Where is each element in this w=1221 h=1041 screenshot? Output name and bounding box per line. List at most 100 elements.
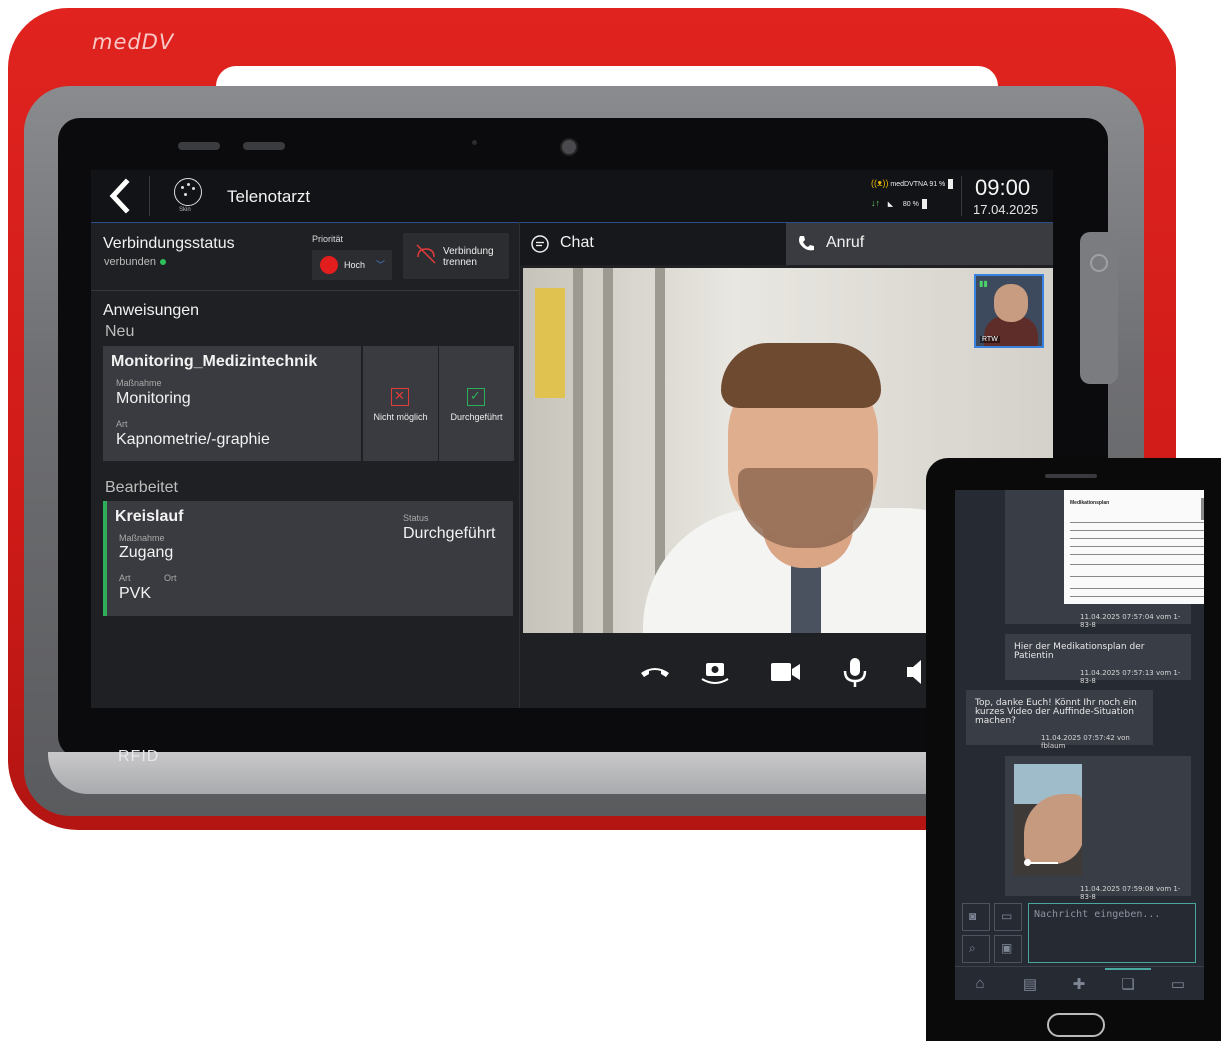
connection-status-value: verbunden: [104, 256, 166, 268]
clipboard-icon[interactable]: ▤: [1019, 975, 1041, 995]
type-label: Art: [116, 419, 128, 429]
tablet-screen: Skin Telenotarzt ((ᴥ)) medDVTNA 91 % ↓↑ …: [91, 170, 1053, 708]
active-tab-indicator: [1105, 968, 1151, 970]
chat-icon[interactable]: ❏: [1117, 975, 1139, 995]
not-possible-button[interactable]: ✕ Nicht möglich: [363, 346, 438, 461]
chat-message[interactable]: Hier der Medikationsplan der Patientin 11…: [1005, 634, 1191, 685]
power-button[interactable]: [1080, 232, 1118, 384]
message-text: Hier der Medikationsplan der Patientin: [1014, 642, 1145, 661]
phone-home-button[interactable]: [1047, 1013, 1105, 1037]
close-icon: ✕: [391, 388, 409, 406]
battery-icon: [948, 179, 954, 190]
no-signal-icon: ◣: [887, 201, 894, 208]
disconnect-button[interactable]: Verbindung trennen: [403, 233, 509, 279]
clock-time: 09:00: [975, 175, 1031, 200]
type-value: PVK: [119, 585, 152, 602]
divider: [519, 222, 520, 708]
clock-date: 17.04.2025: [973, 202, 1039, 217]
instructions-title: Anweisungen: [103, 302, 200, 319]
measure-value: Monitoring: [116, 390, 191, 407]
antenna-icon: ((ᴥ)): [871, 178, 889, 188]
video-camera-icon[interactable]: [768, 655, 802, 689]
message-icon: ▭: [1001, 909, 1013, 923]
brand-logo: medDV: [92, 30, 175, 54]
speaker-grille: [178, 142, 220, 150]
sensor: [472, 140, 477, 145]
measure-label: Maßnahme: [119, 533, 165, 543]
medical-icon[interactable]: ✚: [1068, 975, 1090, 995]
palette-icon[interactable]: [174, 178, 202, 206]
medication-plan-image[interactable]: Medikationsplan: [1064, 490, 1204, 604]
video-icon[interactable]: ▭: [1167, 975, 1189, 995]
divider: [961, 176, 962, 216]
tab-call[interactable]: Anruf: [786, 223, 1053, 265]
message-input[interactable]: Nachricht eingeben...: [1028, 903, 1196, 963]
camera-button[interactable]: ◙: [962, 903, 990, 931]
instruction-card-new[interactable]: Monitoring_Medizintechnik Maßnahme Monit…: [103, 346, 361, 461]
doc-line: [1070, 564, 1204, 565]
priority-dot: [320, 256, 338, 274]
done-label: Durchgeführt: [450, 412, 503, 422]
location-label: Ort: [164, 573, 177, 583]
back-button[interactable]: [101, 176, 141, 216]
skin-label: Skin: [179, 207, 191, 213]
instruction-title: Monitoring_Medizintechnik: [111, 353, 318, 370]
speaker-grille: [243, 142, 285, 150]
phone-screen: Medikationsplan 11.04.2025 07:57:04 vom …: [955, 490, 1204, 1000]
self-view[interactable]: ▮▮ RTW: [974, 274, 1044, 348]
phone-speaker: [1045, 474, 1097, 478]
network-name: medDVTNA: [890, 181, 928, 188]
camera-icon: ◙: [969, 909, 977, 923]
message-text: Top, danke Euch! Könnt Ihr noch ein kurze…: [975, 698, 1137, 726]
home-icon[interactable]: ⌂: [969, 975, 991, 995]
doc-line: [1070, 546, 1204, 547]
message-timestamp: 11.04.2025 07:57:04 vom 1-83-8: [1080, 613, 1181, 629]
chat-template-button[interactable]: ▭: [994, 903, 1022, 931]
type-label: Art: [119, 573, 131, 583]
shelf: [573, 268, 583, 633]
divider: [149, 176, 150, 216]
hang-up-icon[interactable]: [638, 655, 672, 689]
phone-icon: [799, 236, 814, 251]
video-scrubber[interactable]: [1024, 859, 1031, 866]
doc-line: [1070, 596, 1204, 597]
disconnect-icon: [416, 244, 436, 264]
instruction-card-processed[interactable]: Kreislauf Maßnahme Zugang Art Ort PVK St…: [103, 501, 513, 616]
video-thumbnail[interactable]: [1014, 764, 1082, 876]
thumb-scene: [1024, 794, 1082, 864]
tab-chat[interactable]: Chat: [520, 223, 786, 265]
attach-button[interactable]: ⌕: [962, 935, 990, 963]
priority-value: Hoch: [344, 260, 366, 270]
priority-select[interactable]: Hoch ﹀: [312, 250, 392, 280]
battery-icon: [921, 199, 927, 210]
divider: [955, 966, 1204, 967]
type-value: Kapnometrie/-graphie: [116, 431, 270, 448]
new-section-label: Neu: [105, 323, 135, 340]
paperclip-icon: ⌕: [969, 941, 976, 955]
switch-camera-icon[interactable]: [698, 655, 732, 689]
chat-message[interactable]: Top, danke Euch! Könnt Ihr noch ein kurze…: [966, 690, 1153, 750]
doc-line: [1070, 554, 1204, 555]
microphone-icon[interactable]: [838, 655, 872, 689]
status-label: Status: [403, 513, 429, 523]
page-title: Telenotarzt: [227, 187, 311, 206]
chevron-down-icon: ﹀: [376, 260, 386, 270]
not-possible-label: Nicht möglich: [373, 412, 428, 422]
doc-line: [1070, 522, 1204, 523]
done-button[interactable]: ✓ Durchgeführt: [439, 346, 514, 461]
connection-status-text: verbunden: [104, 256, 156, 268]
rfid-label: RFID: [118, 748, 160, 765]
measure-label: Maßnahme: [116, 378, 162, 388]
tab-chat-label: Chat: [560, 234, 594, 251]
status-value: Durchgeführt: [403, 525, 496, 542]
data-transfer-icon: ↓↑: [871, 198, 880, 208]
measure-value: Zugang: [119, 544, 174, 561]
video-record-button[interactable]: ▣: [994, 935, 1022, 963]
chat-message[interactable]: Medikationsplan 11.04.2025 07:57:04 vom …: [1005, 490, 1204, 629]
front-camera: [560, 138, 578, 156]
chat-icon: [531, 235, 549, 253]
power-icon: [1090, 254, 1108, 272]
shelf: [603, 268, 613, 633]
doc-barcode: [1201, 498, 1204, 520]
status-area: ((ᴥ)) medDVTNA 91 % ↓↑ ◣ 80 %: [871, 176, 961, 216]
